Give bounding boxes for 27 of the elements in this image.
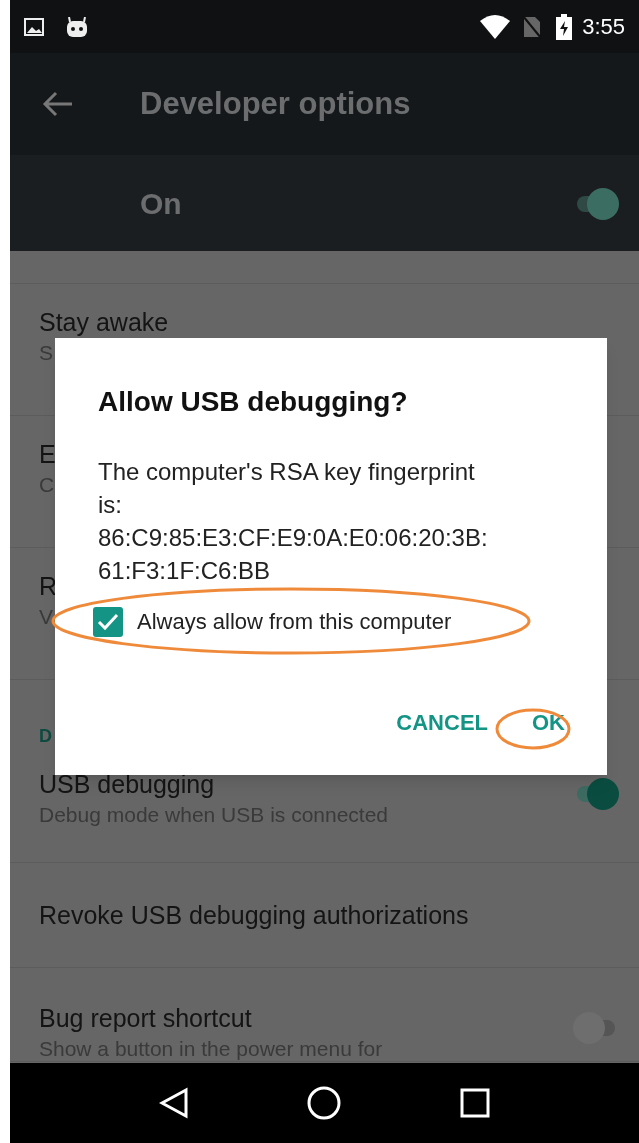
setting-title: R	[39, 571, 58, 602]
setting-title: Revoke USB debugging authorizations	[39, 900, 469, 931]
dialog-button[interactable]: OK	[520, 700, 577, 745]
checkbox[interactable]	[93, 606, 123, 637]
no-sim-icon	[522, 14, 543, 39]
back-arrow-icon	[42, 90, 74, 118]
settings-row[interactable]: Revoke USB debugging authorizations	[10, 863, 639, 968]
dialog-title: Allow USB debugging?	[98, 385, 409, 419]
checkmark-icon	[97, 612, 119, 631]
home-circle-icon[interactable]	[307, 1086, 342, 1120]
section-header: D	[39, 725, 52, 748]
robot-icon	[66, 16, 88, 37]
back-triangle-icon[interactable]	[159, 1087, 190, 1119]
master-switch-label: On	[140, 185, 183, 222]
setting-title: Bug report shortcut	[39, 1003, 252, 1034]
image-icon	[24, 17, 44, 36]
dialog-button[interactable]: CANCEL	[384, 700, 500, 745]
dialog-message: The computer's RSA key fingerprint is: 86:C9:85:E3:CF:E9:0A:E0:06:20:3B: 61:F3:1F:C6:BB	[98, 457, 489, 586]
setting-title: USB debugging	[39, 769, 215, 800]
checkbox-label: Always allow from this computer	[137, 608, 452, 636]
toolbar-title: Developer options	[140, 84, 411, 123]
battery-charging-icon	[556, 13, 573, 40]
wifi-icon	[480, 14, 511, 39]
setting-title: E	[39, 439, 56, 470]
setting-title: Stay awake	[39, 307, 169, 338]
recents-square-icon[interactable]	[459, 1088, 490, 1118]
status-time: 3:55	[582, 13, 625, 41]
